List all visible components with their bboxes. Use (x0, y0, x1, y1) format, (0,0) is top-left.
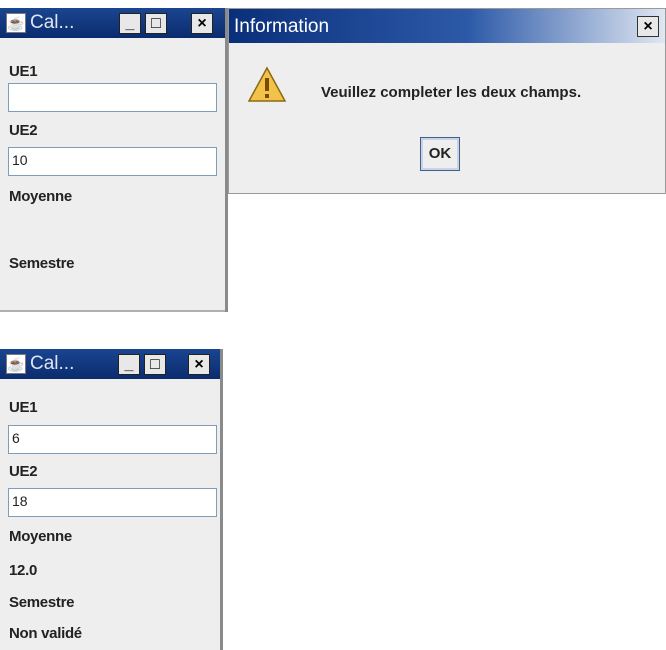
dialog-message: Veuillez completer les deux champs. (321, 84, 582, 101)
minimize-button[interactable]: _ (118, 354, 140, 375)
ue1-input[interactable]: 6 (8, 425, 217, 454)
semestre-label: Semestre (9, 594, 75, 611)
dialog-titlebar[interactable]: Information × (229, 9, 665, 43)
semestre-value: Non validé (9, 625, 82, 642)
warning-icon (247, 66, 287, 102)
dialog-close-button[interactable]: × (637, 16, 659, 37)
calculator-window-1: ☕ Cal... _ □ × UE1 UE2 10 Moyenne Semest… (0, 8, 228, 312)
moyenne-label: Moyenne (9, 528, 72, 545)
java-icon: ☕ (6, 13, 26, 33)
window-titlebar[interactable]: ☕ Cal... _ □ × (0, 8, 228, 38)
moyenne-label: Moyenne (9, 188, 72, 205)
information-dialog: Information × Veuillez completer les deu… (228, 8, 666, 194)
ue1-label: UE1 (9, 399, 38, 416)
ue2-label: UE2 (9, 463, 38, 480)
calculator-window-2: ☕ Cal... _ □ × UE1 6 UE2 18 Moyenne 12.0… (0, 349, 223, 650)
ue2-input[interactable]: 18 (8, 488, 217, 517)
ue1-label: UE1 (9, 63, 38, 80)
window-title: Cal... (30, 12, 75, 33)
minimize-button[interactable]: _ (119, 13, 141, 34)
moyenne-value: 12.0 (9, 562, 37, 579)
window-title: Cal... (30, 353, 75, 374)
ue1-input[interactable] (8, 83, 217, 112)
maximize-button[interactable]: □ (144, 354, 166, 375)
ok-button[interactable]: OK (420, 137, 460, 171)
close-button[interactable]: × (188, 354, 210, 375)
semestre-label: Semestre (9, 255, 75, 272)
window-titlebar[interactable]: ☕ Cal... _ □ × (0, 349, 223, 379)
close-button[interactable]: × (191, 13, 213, 34)
ue2-input[interactable]: 10 (8, 147, 217, 176)
ue2-label: UE2 (9, 122, 38, 139)
java-icon: ☕ (6, 354, 26, 374)
dialog-title: Information (234, 16, 330, 37)
window-edge (220, 349, 223, 650)
maximize-button[interactable]: □ (145, 13, 167, 34)
